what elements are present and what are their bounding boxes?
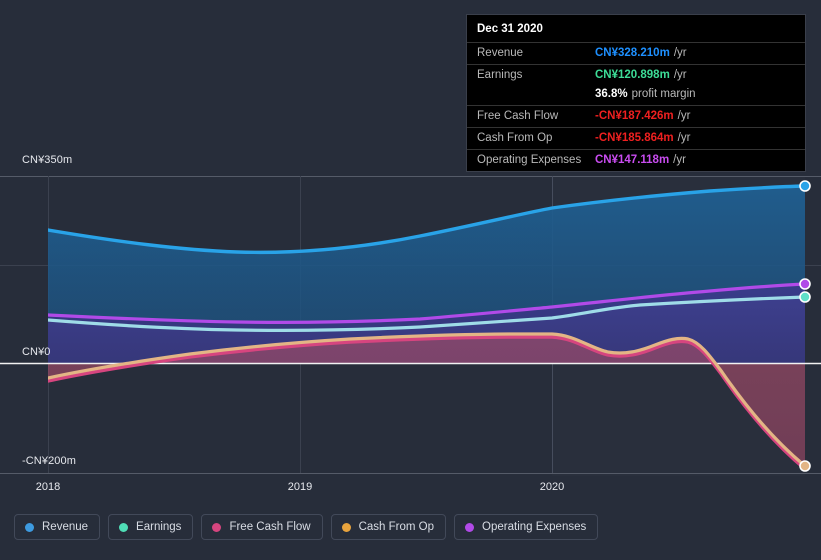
tooltip-key-operating-expenses: Operating Expenses bbox=[477, 154, 582, 166]
legend-label-earnings: Earnings bbox=[136, 521, 182, 533]
tooltip-unit-earnings: /yr bbox=[673, 69, 687, 81]
x-axis-label-2020: 2020 bbox=[539, 481, 565, 493]
legend-item-earnings[interactable]: Earnings bbox=[108, 514, 194, 540]
tooltip-value-free-cash-flow: -CN¥187.426m bbox=[595, 110, 674, 122]
tooltip-value-profit-margin: 36.8% bbox=[595, 88, 628, 100]
cash-from-op-swatch-icon bbox=[341, 522, 351, 532]
earnings-swatch-icon bbox=[119, 522, 129, 532]
cash-from-op-endpoint-marker[interactable] bbox=[799, 460, 811, 472]
revenue-swatch-icon bbox=[25, 522, 34, 532]
free-cash-flow-swatch-icon bbox=[212, 522, 222, 532]
operating-expenses-endpoint-marker[interactable] bbox=[799, 278, 811, 290]
chart-legend: Revenue Earnings Free Cash Flow Cash Fro… bbox=[14, 514, 599, 540]
legend-label-revenue: Revenue bbox=[42, 521, 89, 533]
tooltip-value-revenue: CN¥328.210m bbox=[595, 47, 670, 59]
tooltip-key-revenue: Revenue bbox=[477, 47, 524, 59]
legend-label-operating-expenses: Operating Expenses bbox=[482, 521, 587, 533]
revenue-endpoint-marker[interactable] bbox=[799, 180, 811, 192]
tooltip-unit-cash-from-op: /yr bbox=[677, 132, 691, 144]
tooltip-value-earnings: CN¥120.898m bbox=[595, 69, 670, 81]
x-axis-label-2019: 2019 bbox=[287, 481, 313, 493]
tooltip-title: Dec 31 2020 bbox=[477, 23, 543, 35]
tooltip-row-cash-from-op: Cash From Op -CN¥185.864m /yr bbox=[467, 127, 805, 149]
tooltip-row-free-cash-flow: Free Cash Flow -CN¥187.426m /yr bbox=[467, 105, 805, 127]
operating-expenses-swatch-icon bbox=[465, 522, 475, 532]
legend-label-free-cash-flow: Free Cash Flow bbox=[229, 521, 311, 533]
tooltip-key-cash-from-op: Cash From Op bbox=[477, 132, 553, 144]
tooltip-unit-free-cash-flow: /yr bbox=[677, 110, 691, 122]
y-axis-label-top: CN¥350m bbox=[22, 154, 73, 166]
tooltip-row-profit-margin: 36.8% profit margin bbox=[467, 86, 805, 105]
tooltip-value-operating-expenses: CN¥147.118m bbox=[595, 154, 670, 166]
chart-tooltip: Dec 31 2020 Revenue CN¥328.210m /yr Earn… bbox=[466, 14, 806, 172]
earnings-endpoint-marker[interactable] bbox=[799, 291, 811, 303]
chart-screenshot: CN¥350m CN¥0 -CN¥200m 2018 2019 2020 Dec… bbox=[0, 0, 821, 560]
y-axis-label-bottom: -CN¥200m bbox=[22, 455, 76, 467]
tooltip-key-free-cash-flow: Free Cash Flow bbox=[477, 110, 559, 122]
tooltip-value-cash-from-op: -CN¥185.864m bbox=[595, 132, 674, 144]
legend-item-operating-expenses[interactable]: Operating Expenses bbox=[454, 514, 599, 540]
tooltip-unit-operating-expenses: /yr bbox=[673, 154, 686, 166]
tooltip-unit-profit-margin: profit margin bbox=[631, 88, 696, 100]
legend-item-free-cash-flow[interactable]: Free Cash Flow bbox=[201, 514, 323, 540]
tooltip-row-earnings: Earnings CN¥120.898m /yr bbox=[467, 64, 805, 86]
x-axis-label-2018: 2018 bbox=[35, 481, 61, 493]
legend-item-cash-from-op[interactable]: Cash From Op bbox=[330, 514, 447, 540]
y-axis-label-zero: CN¥0 bbox=[22, 346, 51, 358]
tooltip-key-earnings: Earnings bbox=[477, 69, 523, 81]
tooltip-row-revenue: Revenue CN¥328.210m /yr bbox=[467, 42, 805, 64]
tooltip-unit-revenue: /yr bbox=[673, 47, 687, 59]
tooltip-row-operating-expenses: Operating Expenses CN¥147.118m /yr bbox=[467, 149, 805, 171]
legend-item-revenue[interactable]: Revenue bbox=[14, 514, 101, 540]
legend-label-cash-from-op: Cash From Op bbox=[358, 521, 435, 533]
